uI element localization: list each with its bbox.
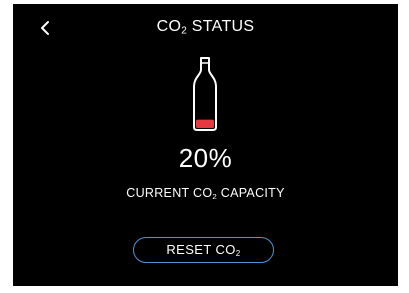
reset-label-pre: RESET CO	[166, 242, 236, 257]
reset-co2-button[interactable]: RESET CO2	[133, 237, 274, 263]
capacity-caption: CURRENT CO2 CAPACITY	[13, 186, 398, 200]
bottle-fill-level	[196, 119, 214, 128]
caption-post: CAPACITY	[216, 186, 285, 200]
title-main: CO	[156, 18, 182, 35]
co2-bottle-icon	[193, 57, 217, 131]
capacity-percentage: 20%	[178, 143, 233, 173]
page-title: CO2 STATUS	[13, 18, 398, 36]
title-rest: STATUS	[187, 18, 255, 35]
co2-status-screen: CO2 STATUS 20% CURRENT CO2 CAPACITY RESE…	[13, 4, 398, 286]
reset-label-subscript: 2	[235, 249, 241, 258]
caption-pre: CURRENT CO	[126, 186, 213, 200]
